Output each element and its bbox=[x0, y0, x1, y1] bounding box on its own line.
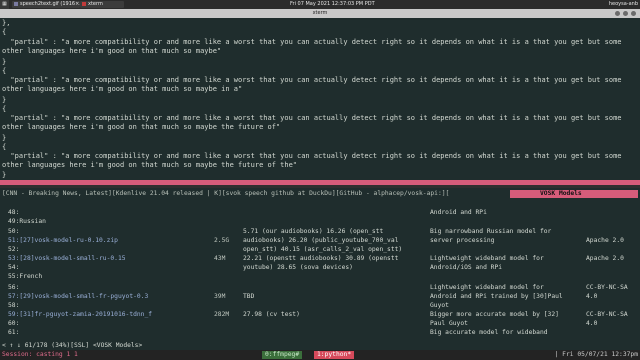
model-size: 39M bbox=[214, 293, 226, 300]
maximize-icon[interactable] bbox=[623, 11, 628, 16]
session-name: Session: casting 1 1 bbox=[2, 351, 78, 358]
window-titlebar[interactable]: xterm bbox=[0, 9, 640, 18]
table-row: 54: youtube) 28.65 (sova devices) Androi… bbox=[0, 264, 640, 272]
table-row: 50: 5.71 (our audiobooks) 16.26 (open_st… bbox=[0, 228, 640, 236]
terminal-line: "partial" : "a more compatibility or and… bbox=[2, 76, 622, 84]
active-tab-label: VOSK Models bbox=[540, 190, 582, 197]
terminal-line: } bbox=[2, 171, 7, 179]
terminal-line: { bbox=[2, 143, 7, 151]
terminal-line: "partial" : "a more compatibility or and… bbox=[2, 152, 622, 160]
row-number: 49:Russian bbox=[8, 218, 46, 225]
table-row: 58: Guyot bbox=[0, 302, 640, 310]
word-error-rate: audiobooks) 26.20 (public_youtube_700_va… bbox=[243, 237, 399, 244]
model-size: 282M bbox=[214, 311, 230, 318]
model-notes: Paul Guyot bbox=[430, 320, 468, 327]
row-number: 52: bbox=[8, 246, 20, 253]
table-row[interactable]: 51:[27]vosk-model-ru-0.10.zip 2.5G audio… bbox=[0, 237, 640, 245]
terminal-line: { bbox=[2, 105, 7, 113]
terminal-line: "partial" : "a more compatibility or and… bbox=[2, 38, 622, 46]
word-error-rate: youtube) 28.65 (sova devices) bbox=[243, 264, 353, 271]
activities-icon[interactable]: ▦ bbox=[0, 0, 9, 9]
image-app-icon bbox=[14, 1, 18, 6]
model-notes: Bigger more accurate model by [32] bbox=[430, 311, 559, 318]
model-license: Apache 2.0 bbox=[586, 255, 624, 262]
model-license: CC-BY-NC-SA bbox=[586, 284, 628, 291]
model-notes: Android and RPi bbox=[430, 209, 487, 216]
table-row: 55:French bbox=[0, 273, 640, 281]
model-size: 43M bbox=[214, 255, 226, 262]
terminal-line: other languages here i'm good on that mu… bbox=[2, 161, 298, 169]
table-row: 56: Lightweight wideband model for CC-BY… bbox=[0, 284, 640, 292]
terminal-app-icon bbox=[82, 1, 86, 6]
terminal-line: { bbox=[2, 28, 7, 36]
taskbar-item-xterm[interactable]: xterm bbox=[80, 1, 124, 8]
model-notes: Android and RPi trained by [30]Paul bbox=[430, 293, 563, 300]
tmux-window-python[interactable]: 1:python* bbox=[314, 351, 355, 359]
terminal-line: other languages here i'm good on that mu… bbox=[2, 123, 281, 131]
table-row[interactable]: 53:[28]vosk-model-small-ru-0.15 43M 22.2… bbox=[0, 255, 640, 263]
model-link[interactable]: 59:[31]fr-pguyot-zamia-20191016-tdnn_f bbox=[8, 311, 152, 319]
terminal-line: } bbox=[2, 96, 7, 104]
browser-active-tab[interactable]: VOSK Models bbox=[510, 190, 638, 198]
tmux-status-bar: Session: casting 1 1 0:ffmpeg# 1:python*… bbox=[0, 350, 640, 360]
terminal-line: } bbox=[2, 134, 7, 142]
model-link[interactable]: 51:[27]vosk-model-ru-0.10.zip bbox=[8, 237, 118, 245]
word-error-rate: TBD bbox=[243, 293, 255, 300]
table-row[interactable]: 59:[31]fr-pguyot-zamia-20191016-tdnn_f 2… bbox=[0, 311, 640, 319]
model-license: CC-BY-NC-SA bbox=[586, 311, 628, 318]
model-link[interactable]: 53:[28]vosk-model-small-ru-0.15 bbox=[8, 255, 126, 263]
model-notes: Guyot bbox=[430, 302, 449, 309]
system-top-bar: ▦ speech2text.gif (1916×... xterm Fri 07… bbox=[0, 0, 640, 9]
row-number: 54: bbox=[8, 264, 20, 271]
row-number: 50: bbox=[8, 228, 20, 235]
row-number: 60: bbox=[8, 320, 20, 327]
model-notes: Lightweight wideband model for bbox=[430, 284, 544, 291]
clock[interactable]: Fri 07 May 2021 12:37:03 PM PDT bbox=[290, 0, 375, 9]
close-icon[interactable] bbox=[631, 11, 636, 16]
model-notes: Lightweight wideband model for bbox=[430, 255, 544, 262]
table-row: 49:Russian bbox=[0, 218, 640, 226]
table-row[interactable]: 57:[29]vosk-model-small-fr-pguyot-0.3 39… bbox=[0, 293, 640, 301]
terminal-line: other languages here i'm good on that mu… bbox=[2, 85, 243, 93]
minimize-icon[interactable] bbox=[615, 11, 620, 16]
user-menu[interactable]: heoysa-anb bbox=[609, 0, 638, 9]
row-number: 55:French bbox=[8, 273, 43, 280]
word-error-rate: 27.98 (cv test) bbox=[243, 311, 300, 318]
status-text: < ↑ ↓ 61/178 (34%)[SSL] <VOSK Models> bbox=[2, 342, 143, 349]
terminal-line: other languages here i'm good on that mu… bbox=[2, 47, 222, 55]
browser-status-line: < ↑ ↓ 61/178 (34%)[SSL] <VOSK Models> bbox=[0, 334, 640, 349]
window-title: xterm bbox=[312, 10, 328, 16]
terminal-line: } bbox=[2, 58, 7, 66]
terminal-line: }, bbox=[2, 19, 11, 27]
table-row: 60: Paul Guyot 4.0 bbox=[0, 320, 640, 328]
model-link[interactable]: 57:[29]vosk-model-small-fr-pguyot-0.3 bbox=[8, 293, 148, 301]
status-clock: | Fri 05/07/21 12:37pm bbox=[554, 351, 638, 358]
taskbar-item-label: xterm bbox=[88, 1, 103, 7]
tmux-window-ffmpeg[interactable]: 0:ffmpeg# bbox=[262, 351, 303, 359]
taskbar-item-label: speech2text.gif (1916×... bbox=[20, 1, 85, 7]
model-license: Apache 2.0 bbox=[586, 237, 624, 244]
terminal-line: { bbox=[2, 67, 7, 75]
word-error-rate: 5.71 (our audiobooks) 16.26 (open_stt bbox=[243, 228, 384, 235]
row-number: 48: bbox=[8, 209, 20, 216]
model-license: 4.0 bbox=[586, 293, 598, 300]
row-number: 56: bbox=[8, 284, 20, 291]
terminal-pane-browser[interactable]: [CNN - Breaking News, Latest][Kdenlive 2… bbox=[0, 188, 640, 350]
model-notes: Android/iOS and RPi bbox=[430, 264, 503, 271]
model-size: 2.5G bbox=[214, 237, 230, 244]
model-notes: server processing bbox=[430, 237, 495, 244]
terminal-pane-output[interactable]: }, { "partial" : "a more compatibility o… bbox=[0, 18, 640, 180]
row-number: 58: bbox=[8, 302, 20, 309]
model-license: 4.0 bbox=[586, 320, 598, 327]
word-error-rate: 22.21 (openstt audiobooks) 30.89 (openst… bbox=[243, 255, 399, 262]
taskbar-item-image-viewer[interactable]: speech2text.gif (1916×... bbox=[12, 1, 84, 8]
table-row: 52: open_stt) 40.15 (asr_calls_2_val ope… bbox=[0, 246, 640, 254]
terminal-line: "partial" : "a more compatibility or and… bbox=[2, 114, 622, 122]
model-notes: Big narrowband Russian model for bbox=[430, 228, 552, 235]
table-row: 48: Android and RPi bbox=[0, 209, 640, 217]
word-error-rate: open_stt) 40.15 (asr_calls_2_val open_st… bbox=[243, 246, 403, 253]
